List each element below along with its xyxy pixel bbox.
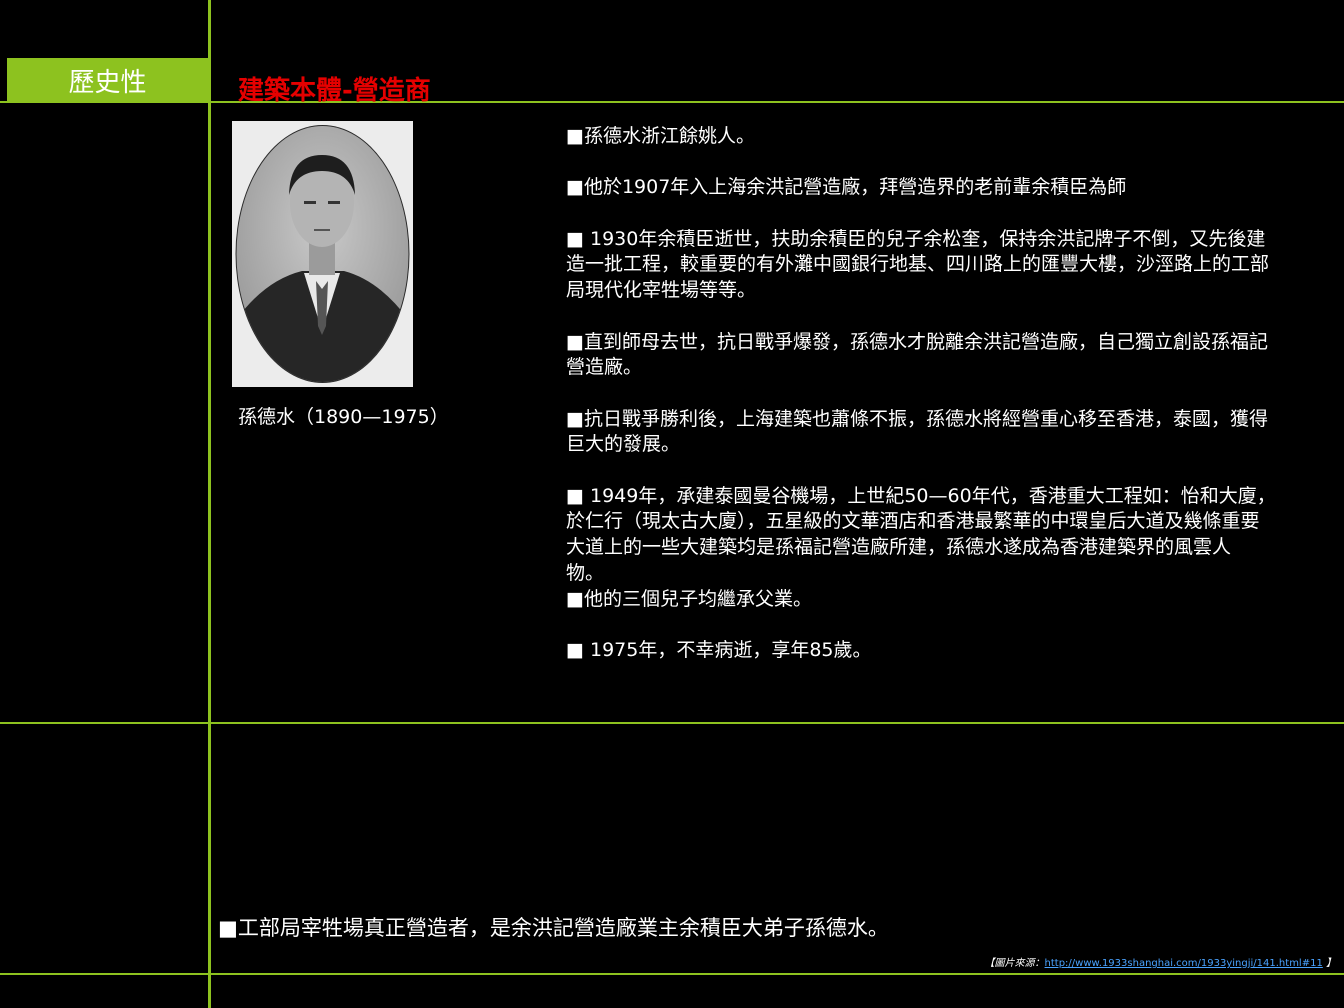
biography-line: 造一批工程，較重要的有外灘中國銀行地基、四川路上的匯豐大樓，沙涇路上的工部 [566, 253, 1270, 276]
biography-line: ■他的三個兒子均繼承父業。 [566, 587, 812, 610]
footer-note: ■工部局宰牲場真正營造者，是余洪記營造廠業主余積臣大弟子孫德水。 [218, 916, 889, 940]
biography-line: 營造廠。 [566, 356, 643, 379]
biography-line: ■ 1930年余積臣逝世，扶助余積臣的兒子余松奎，保持余洪記牌子不倒，又先後建 [566, 227, 1266, 250]
photo-caption: 孫德水（1890—1975） [238, 406, 449, 428]
biography-line: ■抗日戰爭勝利後，上海建築也蕭條不振，孫德水將經營重心移至香港，泰國，獲得 [566, 407, 1268, 430]
biography-line: 於仁行（現太古大廈），五星級的文華酒店和香港最繁華的中環皇后大道及幾條重要 [566, 510, 1260, 533]
biography-line: ■ 1949年，承建泰國曼谷機場，上世紀50—60年代，香港重大工程如：怡和大廈… [566, 484, 1276, 507]
biography-line: 局現代化宰牲場等等。 [566, 279, 757, 302]
source-link[interactable]: http://www.1933shanghai.com/1933yingji/1… [1045, 958, 1323, 969]
biography-line: ■他於1907年入上海余洪記營造廠，拜營造界的老前輩余積臣為師 [566, 176, 1127, 199]
section-tag: 歷史性 [7, 58, 208, 102]
source-prefix: 【圖片來源： [984, 958, 1045, 969]
footer-divider [0, 973, 1344, 975]
content-divider [0, 722, 1344, 724]
source-suffix: 】 [1326, 958, 1336, 969]
biography-line: 物。 [566, 561, 605, 584]
biography-line: ■孫德水浙江餘姚人。 [566, 125, 755, 147]
page-title: 建築本體-營造商 [238, 76, 431, 106]
image-source: 【圖片來源：http://www.1933shanghai.com/1933yi… [985, 954, 1336, 969]
portrait-photo [232, 121, 413, 387]
vertical-divider [208, 0, 211, 1008]
biography-line: ■直到師母去世，抗日戰爭爆發，孫德水才脫離余洪記營造廠，自己獨立創設孫福記 [566, 330, 1268, 353]
biography-line: 巨大的發展。 [566, 433, 681, 456]
biography-line: 大道上的一些大建築均是孫福記營造廠所建，孫德水遂成為香港建築界的風雲人 [566, 536, 1232, 559]
biography-line: ■ 1975年，不幸病逝，享年85歲。 [566, 638, 872, 661]
biography-text: ■孫德水浙江餘姚人。 ■他於1907年入上海余洪記營造廠，拜營造界的老前輩余積臣為… [566, 124, 1344, 669]
